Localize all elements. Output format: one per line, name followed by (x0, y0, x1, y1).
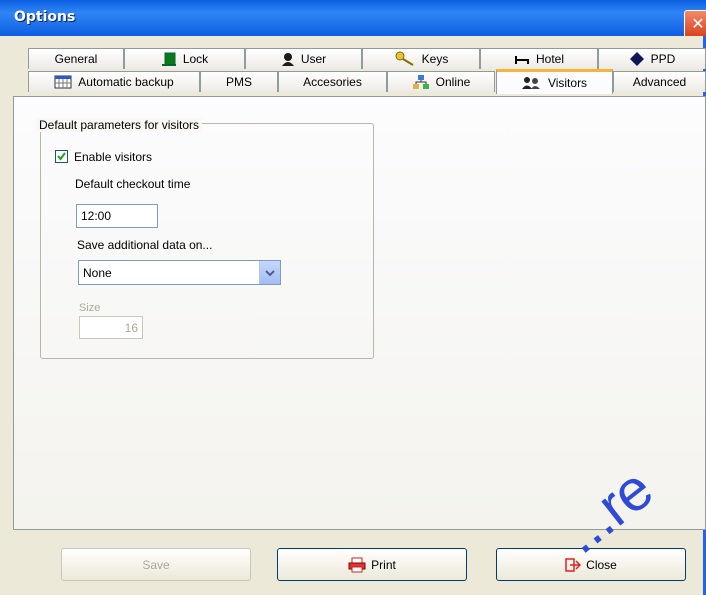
network-icon (412, 74, 430, 90)
tab-accesories[interactable]: Accesories (278, 71, 387, 92)
tab-user[interactable]: User (245, 48, 362, 69)
tab-label: PMS (225, 75, 252, 89)
print-button[interactable]: Print (277, 548, 467, 581)
tab-visitors[interactable]: Visitors (496, 69, 613, 94)
lock-icon (161, 52, 177, 66)
enable-visitors-checkbox[interactable] (55, 150, 68, 163)
checkout-time-label: Default checkout time (75, 177, 191, 191)
tab-pms[interactable]: PMS (200, 71, 278, 92)
window-title: Options (14, 9, 76, 25)
checkout-time-input[interactable]: 12:00 (76, 204, 158, 228)
save-button-label: Save (142, 557, 170, 572)
tab-online[interactable]: Online (387, 71, 495, 92)
calendar-icon (54, 75, 72, 89)
size-label: Size (79, 302, 101, 314)
save-button[interactable]: Save (61, 548, 251, 581)
print-button-label: Print (371, 557, 396, 572)
printer-icon (348, 557, 366, 573)
tab-label: PPD (650, 52, 676, 66)
tab-hotel[interactable]: Hotel (480, 48, 598, 69)
groupbox-label: Default parameters for visitors (36, 118, 203, 132)
user-icon (281, 52, 295, 66)
window-close-button[interactable]: ✕ (684, 10, 706, 38)
checkout-time-value: 12:00 (81, 209, 112, 223)
title-bar[interactable]: Options ✕ (0, 0, 706, 38)
tab-ppd[interactable]: PPD (598, 48, 706, 69)
tab-advanced[interactable]: Advanced (613, 71, 706, 92)
visitors-icon (521, 76, 542, 90)
options-window: Options ✕ General Lock User Keys Hotel P (0, 0, 706, 595)
tab-lock[interactable]: Lock (124, 48, 245, 69)
enable-visitors-label: Enable visitors (74, 150, 153, 164)
check-icon (57, 152, 66, 161)
keys-icon (394, 51, 416, 67)
save-additional-data-select[interactable]: None (78, 260, 281, 285)
save-additional-data-value: None (83, 265, 112, 280)
tab-label: Keys (421, 52, 449, 66)
tab-label: Lock (182, 52, 209, 66)
tab-label: Online (435, 75, 471, 89)
ppd-icon (629, 51, 645, 67)
bed-icon (514, 54, 530, 64)
tab-label: User (300, 52, 327, 66)
tab-label: Hotel (535, 52, 564, 66)
tab-automatic-backup[interactable]: Automatic backup (28, 71, 200, 92)
tab-label: Automatic backup (78, 75, 174, 89)
exit-icon (565, 557, 582, 572)
tab-label: General (54, 52, 98, 66)
tab-keys[interactable]: Keys (362, 48, 480, 69)
size-input[interactable]: 16 (79, 316, 143, 339)
tab-label: Advanced (632, 75, 687, 89)
save-additional-data-label: Save additional data on... (77, 238, 213, 252)
tab-label: Visitors (547, 76, 588, 90)
chevron-down-icon[interactable] (259, 261, 280, 284)
tab-general[interactable]: General (28, 48, 124, 69)
size-value: 16 (124, 320, 138, 335)
tab-label: Accesories (303, 75, 362, 89)
